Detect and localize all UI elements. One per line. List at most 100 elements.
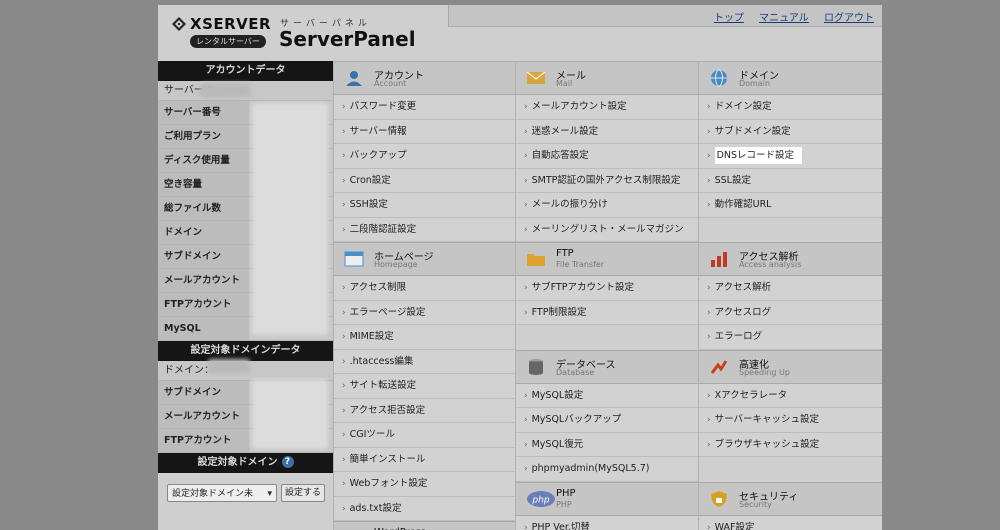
arrow-right-icon: › bbox=[524, 439, 528, 450]
menu-item-link[interactable]: › メールの振り分け bbox=[516, 193, 698, 218]
nav-logout-link[interactable]: ログアウト bbox=[824, 13, 874, 24]
menu-item-label: DNSレコード設定 bbox=[714, 147, 803, 164]
menu-item-link[interactable]: › .htaccess編集 bbox=[334, 349, 515, 374]
menu-item-label: MySQLバックアップ bbox=[531, 414, 622, 425]
arrow-right-icon: › bbox=[342, 332, 346, 342]
menu-item-link[interactable]: › phpmyadmin(MySQL5.7) bbox=[516, 457, 698, 482]
menu-item-label: MIME設定 bbox=[349, 331, 394, 342]
menu-item-link[interactable]: › SMTP認証の国外アクセス制限設定 bbox=[516, 168, 698, 193]
arrow-right-icon: › bbox=[707, 307, 711, 318]
arrow-right-icon: › bbox=[342, 430, 346, 440]
menu-item-link[interactable]: › サーバーキャッシュ設定 bbox=[699, 408, 882, 433]
menu-item-label: メールアカウント設定 bbox=[531, 101, 627, 112]
menu-item-link[interactable]: › サブドメイン設定 bbox=[699, 119, 882, 144]
menu-item-link[interactable]: › PHP Ver.切替 bbox=[516, 515, 698, 530]
menu-item-link[interactable]: › エラーページ設定 bbox=[334, 300, 515, 325]
menu-item-link[interactable]: › エラーログ bbox=[699, 325, 882, 350]
menu-item-link[interactable]: › ブラウザキャッシュ設定 bbox=[699, 432, 882, 457]
sidebar-row-label: メールアカウント bbox=[158, 405, 249, 428]
menu-item-link[interactable]: › アクセス制限 bbox=[334, 276, 515, 301]
section-header: メール Mail bbox=[516, 61, 698, 95]
menu-item-link[interactable]: › FTP制限設定 bbox=[516, 300, 698, 325]
menu-item-link[interactable]: › ドメイン設定 bbox=[699, 95, 882, 120]
shield-lock-icon bbox=[709, 490, 729, 508]
menu-item-label: phpmyadmin(MySQL5.7) bbox=[531, 463, 650, 474]
arrow-right-icon: › bbox=[707, 390, 711, 401]
arrow-right-icon: › bbox=[524, 307, 528, 318]
menu-item-link[interactable]: › SSL設定 bbox=[699, 168, 882, 193]
menu-item-link[interactable]: › パスワード変更 bbox=[334, 95, 515, 120]
menu-item-link[interactable]: › バックアップ bbox=[334, 144, 515, 169]
menu-item-link[interactable]: › Cron設定 bbox=[334, 168, 515, 193]
sidebar-row-label: ご利用プラン bbox=[158, 125, 249, 148]
menu-item-link[interactable]: › Xアクセラレータ bbox=[699, 383, 882, 408]
section-title: FTP bbox=[556, 248, 574, 259]
menu-item-link[interactable]: › 動作確認URL bbox=[699, 193, 882, 218]
arrow-right-icon: › bbox=[707, 102, 711, 112]
top-navigation: トップ マニュアル ログアウト bbox=[448, 5, 882, 27]
domain-values-redacted bbox=[252, 379, 328, 449]
chart-icon bbox=[709, 250, 729, 268]
arrow-right-icon: › bbox=[342, 151, 346, 161]
menu-item-link[interactable]: › アクセス拒否設定 bbox=[334, 398, 515, 423]
menu-item-link[interactable]: › WAF設定 bbox=[699, 515, 882, 530]
arrow-right-icon: › bbox=[707, 522, 711, 530]
menu-item-link[interactable]: › アクセスログ bbox=[699, 300, 882, 325]
section-header: アカウント Account bbox=[334, 61, 515, 95]
menu-item-link[interactable]: › MySQL設定 bbox=[516, 383, 698, 408]
help-icon[interactable]: ? bbox=[281, 456, 294, 468]
nav-top-link[interactable]: トップ bbox=[714, 13, 744, 24]
sidebar-row-label: ディスク使用量 bbox=[158, 149, 249, 172]
menu-item-link[interactable]: › サブFTPアカウント設定 bbox=[516, 276, 698, 301]
menu-item-link[interactable]: › メーリングリスト・メールマガジン bbox=[516, 217, 698, 242]
section-subtitle: Domain bbox=[739, 79, 771, 88]
nav-manual-link[interactable]: マニュアル bbox=[759, 13, 809, 24]
set-domain-button[interactable]: 設定する bbox=[281, 484, 325, 502]
server-id-redacted bbox=[200, 83, 250, 97]
speed-icon bbox=[709, 358, 729, 376]
menu-item-link[interactable]: › CGIツール bbox=[334, 423, 515, 448]
menu-item-link[interactable]: › 簡単インストール bbox=[334, 447, 515, 472]
menu-item-label: Xアクセラレータ bbox=[714, 389, 788, 401]
menu-item-label: エラーログ bbox=[714, 331, 763, 342]
server-panel: XSERVER レンタルサーバー サーバーパネル ServerPanel トップ… bbox=[158, 5, 882, 530]
menu-item-link[interactable]: › 自動応答設定 bbox=[516, 144, 698, 169]
menu-item-label: ドメイン設定 bbox=[714, 101, 772, 112]
menu-item-label: SSH設定 bbox=[349, 199, 388, 210]
menu-item-link[interactable]: › SSH設定 bbox=[334, 193, 515, 218]
arrow-right-icon: › bbox=[342, 126, 346, 137]
arrow-right-icon: › bbox=[707, 175, 711, 186]
arrow-right-icon: › bbox=[524, 464, 528, 474]
section-header: アクセス解析 Access analysis bbox=[699, 242, 882, 276]
menu-item-label: サブドメイン設定 bbox=[714, 125, 791, 137]
menu-item-link[interactable]: › MySQL復元 bbox=[516, 432, 698, 457]
arrow-right-icon: › bbox=[524, 175, 528, 186]
menu-item-link[interactable]: › アクセス解析 bbox=[699, 276, 882, 301]
menu-item-link[interactable]: › ads.txt設定 bbox=[334, 496, 515, 521]
arrow-right-icon: › bbox=[524, 200, 528, 210]
menu-item-label: ads.txt設定 bbox=[349, 502, 402, 514]
menu-item-link[interactable]: › サーバー情報 bbox=[334, 119, 515, 144]
sidebar-row-label: 空き容量 bbox=[158, 173, 249, 196]
section-title: PHP bbox=[556, 487, 576, 499]
menu-item-link[interactable]: › 迷惑メール設定 bbox=[516, 119, 698, 144]
arrow-right-icon: › bbox=[342, 503, 346, 514]
arrow-right-icon: › bbox=[524, 102, 528, 112]
sidebar-row-label: ドメイン bbox=[158, 221, 249, 244]
menu-item-link[interactable]: › DNSレコード設定 bbox=[699, 144, 882, 169]
arrow-right-icon: › bbox=[707, 200, 711, 210]
menu-item-link[interactable]: › MIME設定 bbox=[334, 325, 515, 350]
menu-item-link[interactable]: › 二段階認証設定 bbox=[334, 217, 515, 242]
menu-item-label: アクセス制限 bbox=[349, 282, 407, 293]
section-subtitle: Security bbox=[739, 499, 772, 509]
menu-item-link[interactable]: › メールアカウント設定 bbox=[516, 95, 698, 120]
menu-item-label: サブFTPアカウント設定 bbox=[531, 282, 634, 293]
menu-item-link[interactable]: › MySQLバックアップ bbox=[516, 408, 698, 433]
section-subtitle: Database bbox=[556, 367, 595, 377]
arrow-right-icon: › bbox=[707, 283, 711, 293]
target-domain-select[interactable]: 設定対象ドメイン未 ▾ bbox=[167, 484, 277, 502]
menu-item-link[interactable]: › Webフォント設定 bbox=[334, 472, 515, 497]
arrow-right-icon: › bbox=[342, 102, 346, 112]
menu-item-link[interactable]: › サイト転送設定 bbox=[334, 374, 515, 399]
menu-item-label: SMTP認証の国外アクセス制限設定 bbox=[531, 174, 681, 186]
